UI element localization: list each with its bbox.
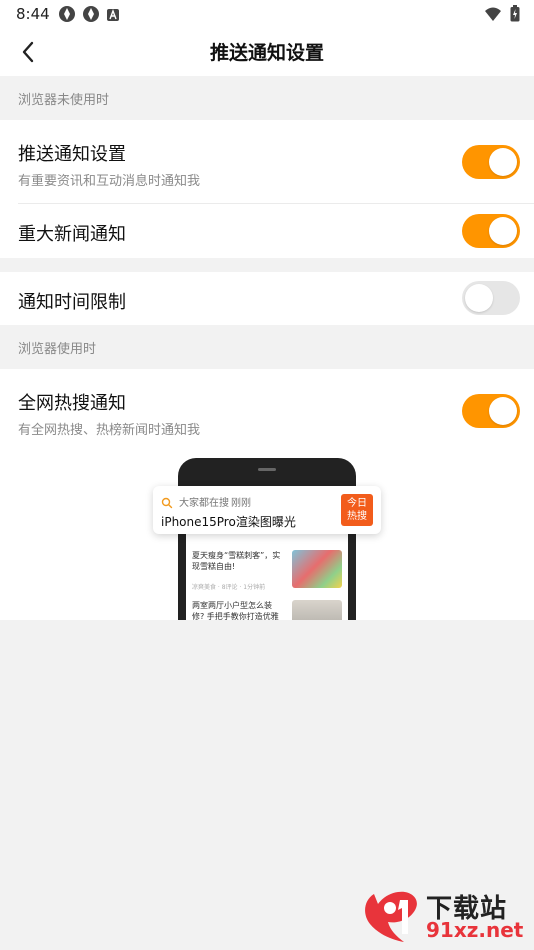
app-notification-icon — [58, 5, 76, 27]
notification-time: 刚刚 — [231, 498, 251, 509]
status-bar: 8:44 — [0, 0, 534, 28]
toggle-knob — [489, 397, 517, 425]
notification-source: 大家都在搜 — [179, 498, 229, 509]
setting-row-major-news[interactable]: 重大新闻通知 — [0, 204, 534, 258]
feed-text: 两室两厅小户型怎么装修? 手把手教你打造优雅舒适 — [192, 601, 279, 620]
settings-group-not-in-use: 推送通知设置 有重要资讯和互动消息时通知我 重大新闻通知 — [0, 120, 534, 258]
feed-thumbnail — [292, 600, 342, 620]
feed-item: 夏天瘦身“雪糕刺客”，实现雪糕自由! 凉爽美食 · 8评论 · 1分钟前 — [192, 550, 342, 592]
setting-row-push[interactable]: 推送通知设置 有重要资讯和互动消息时通知我 — [0, 120, 534, 204]
badge-line: 热搜 — [347, 511, 367, 522]
status-icons-left — [58, 5, 120, 27]
setting-row-time-limit[interactable]: 通知时间限制 — [0, 272, 534, 325]
watermark-url: 91xz.net — [426, 918, 524, 942]
settings-group-in-use: 全网热搜通知 有全网热搜、热榜新闻时通知我 — [0, 369, 534, 449]
watermark-logo-icon — [365, 891, 417, 942]
app-notification-icon — [82, 5, 100, 27]
page-title: 推送通知设置 — [209, 42, 324, 64]
phone-mockup: 夏天瘦身“雪糕刺客”，实现雪糕自由! 凉爽美食 · 8评论 · 1分钟前 两室两… — [178, 458, 356, 620]
time-limit-toggle[interactable] — [462, 281, 520, 315]
section-header-in-use: 浏览器使用时 — [0, 325, 534, 369]
feed-meta: 凉爽美食 · 8评论 · 1分钟前 — [192, 584, 266, 591]
a-box-icon — [106, 7, 120, 26]
setting-row-hot-search[interactable]: 全网热搜通知 有全网热搜、热榜新闻时通知我 — [0, 369, 534, 449]
hot-search-toggle[interactable] — [462, 394, 520, 428]
setting-label: 全网热搜通知 — [18, 393, 126, 414]
setting-label: 通知时间限制 — [18, 292, 126, 313]
notification-illustration: 夏天瘦身“雪糕刺客”，实现雪糕自由! 凉爽美食 · 8评论 · 1分钟前 两室两… — [0, 448, 534, 620]
setting-label: 重大新闻通知 — [18, 224, 126, 245]
badge-line: 今日 — [347, 498, 367, 509]
toggle-knob — [465, 284, 493, 312]
notification-headline: iPhone15Pro渲染图曝光 — [161, 515, 296, 529]
status-icons-right — [484, 5, 520, 26]
setting-desc: 有全网热搜、热榜新闻时通知我 — [18, 423, 201, 438]
feed-item: 两室两厅小户型怎么装修? 手把手教你打造优雅舒适 — [192, 600, 342, 620]
section-header-label: 浏览器使用时 — [18, 342, 97, 357]
section-header-not-in-use: 浏览器未使用时 — [0, 76, 534, 120]
hot-search-badge: 今日 热搜 — [341, 494, 373, 526]
section-header-label: 浏览器未使用时 — [18, 93, 110, 108]
toggle-knob — [489, 217, 517, 245]
wifi-icon — [484, 6, 502, 26]
watermark: 下载站 91xz.net — [360, 888, 530, 946]
toggle-knob — [489, 148, 517, 176]
search-icon — [161, 494, 173, 513]
battery-icon — [510, 5, 520, 26]
phone-notch — [258, 468, 276, 471]
settings-group-time-limit: 通知时间限制 — [0, 272, 534, 325]
major-news-toggle[interactable] — [462, 214, 520, 248]
setting-label: 推送通知设置 — [18, 144, 126, 165]
feed-text: 夏天瘦身“雪糕刺客”，实现雪糕自由! — [192, 551, 281, 571]
status-time: 8:44 — [16, 5, 50, 23]
app-bar: 推送通知设置 — [0, 28, 534, 76]
push-toggle[interactable] — [462, 145, 520, 179]
feed-thumbnail — [292, 550, 342, 588]
setting-desc: 有重要资讯和互动消息时通知我 — [18, 174, 201, 189]
hot-search-notification-card: 大家都在搜 刚刚 iPhone15Pro渲染图曝光 今日 热搜 — [153, 486, 381, 534]
